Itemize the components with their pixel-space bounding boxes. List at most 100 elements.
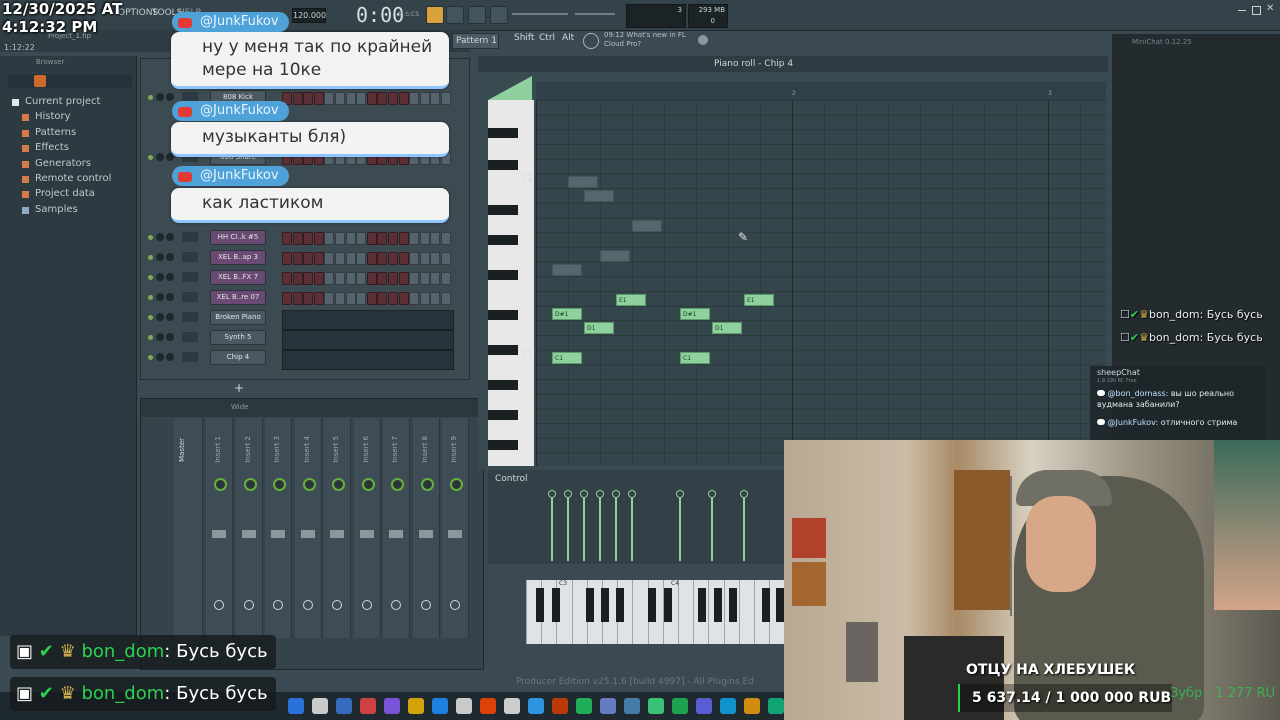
fader-handle[interactable] — [418, 530, 433, 538]
channel-name[interactable]: HH Cl..k #5 — [210, 230, 266, 245]
step-button[interactable] — [377, 292, 388, 305]
black-key[interactable] — [488, 128, 518, 138]
route-icon[interactable] — [361, 600, 372, 610]
step-button[interactable] — [292, 292, 303, 305]
route-icon[interactable] — [243, 600, 254, 610]
volume-knob[interactable] — [166, 313, 174, 321]
black-key[interactable] — [616, 588, 624, 622]
fader-handle[interactable] — [359, 530, 374, 538]
taskbar-app-icon[interactable] — [528, 698, 544, 714]
note[interactable]: D#1 — [552, 308, 582, 320]
step-button[interactable] — [292, 272, 303, 285]
black-key[interactable] — [648, 588, 656, 622]
black-key[interactable] — [714, 588, 722, 622]
black-key[interactable] — [488, 345, 518, 355]
pan-knob[interactable] — [332, 478, 345, 491]
black-key[interactable] — [488, 160, 518, 170]
step-button[interactable] — [356, 232, 367, 245]
velocity-bar[interactable] — [567, 493, 569, 561]
alt-button[interactable]: Alt — [562, 33, 574, 43]
note[interactable]: E1 — [616, 294, 646, 306]
route-icon[interactable] — [420, 600, 431, 610]
step-button[interactable] — [398, 252, 409, 265]
black-key[interactable] — [698, 588, 706, 622]
pan-knob[interactable] — [156, 313, 164, 321]
fader-handle[interactable] — [212, 530, 226, 538]
step-button[interactable] — [377, 232, 388, 245]
step-button[interactable] — [335, 92, 345, 105]
step-button[interactable] — [409, 232, 420, 245]
step-button[interactable] — [398, 292, 409, 305]
maximize-icon[interactable] — [1252, 6, 1261, 15]
step-button[interactable] — [356, 272, 367, 285]
pan-knob[interactable] — [214, 478, 227, 491]
step-button[interactable] — [366, 252, 377, 265]
minimize-icon[interactable] — [1238, 10, 1246, 11]
step-button[interactable] — [313, 252, 324, 265]
taskbar-app-icon[interactable] — [504, 698, 520, 714]
velocity-bar[interactable] — [743, 493, 745, 561]
taskbar-app-icon[interactable] — [696, 698, 712, 714]
velocity-bar[interactable] — [599, 493, 601, 561]
news-icon[interactable] — [583, 33, 599, 49]
black-key[interactable] — [488, 410, 518, 420]
mixer-track-selector[interactable] — [182, 292, 198, 302]
fader-handle[interactable] — [271, 530, 285, 538]
taskbar-app-icon[interactable] — [384, 698, 400, 714]
fader-handle[interactable] — [330, 530, 344, 538]
step-button[interactable] — [335, 232, 345, 245]
pan-knob[interactable] — [302, 478, 316, 491]
step-button[interactable] — [366, 232, 377, 245]
mini-keyboard[interactable]: C3 C4 — [526, 580, 784, 644]
black-key[interactable] — [762, 588, 770, 622]
add-channel-button[interactable]: + — [234, 381, 244, 395]
fader-handle[interactable] — [389, 530, 403, 538]
taskbar-app-icon[interactable] — [768, 698, 784, 714]
route-icon[interactable] — [302, 600, 313, 610]
mixer-track-selector[interactable] — [182, 312, 198, 322]
route-icon[interactable] — [332, 600, 342, 610]
note[interactable]: C1 — [680, 352, 710, 364]
channel-name[interactable]: XEL B..FX 7 — [210, 270, 266, 285]
taskbar-app-icon[interactable] — [456, 698, 472, 714]
channel-led[interactable] — [148, 275, 153, 280]
step-button[interactable] — [292, 92, 303, 105]
step-button[interactable] — [335, 292, 345, 305]
browser-item[interactable]: Generators — [12, 158, 132, 173]
note-grid[interactable] — [536, 100, 1106, 466]
mixer-insert[interactable]: Insert 8 — [412, 418, 440, 638]
step-button[interactable] — [398, 272, 409, 285]
pan-knob[interactable] — [420, 478, 434, 491]
mixer-track-selector[interactable] — [182, 352, 198, 362]
master-volume-slider[interactable] — [512, 13, 568, 15]
volume-knob[interactable] — [166, 293, 174, 301]
step-button[interactable] — [419, 272, 430, 285]
mixer-insert[interactable]: Insert 4 — [294, 418, 322, 638]
pan-knob[interactable] — [156, 233, 164, 241]
step-edit-icon[interactable] — [446, 6, 464, 24]
route-icon[interactable] — [391, 600, 401, 610]
step-button[interactable] — [409, 92, 420, 105]
step-button[interactable] — [324, 252, 335, 265]
browser-item[interactable]: Remote control — [12, 173, 132, 188]
channel-row[interactable]: XEL B..re 07 — [146, 290, 462, 306]
ctrl-button[interactable]: Ctrl — [539, 33, 555, 43]
mixer-track-selector[interactable] — [182, 232, 198, 242]
black-key[interactable] — [586, 588, 594, 622]
black-key[interactable] — [488, 380, 518, 390]
browser-item[interactable]: Project data — [12, 188, 132, 203]
pan-knob[interactable] — [243, 478, 257, 491]
pan-knob[interactable] — [450, 478, 463, 491]
black-key[interactable] — [552, 588, 560, 622]
note[interactable]: D1 — [584, 322, 614, 334]
step-button[interactable] — [366, 92, 377, 105]
pan-knob[interactable] — [273, 478, 286, 491]
channel-name[interactable]: Broken Piano — [210, 310, 266, 325]
taskbar-app-icon[interactable] — [408, 698, 424, 714]
browser-toolbar[interactable] — [8, 74, 132, 88]
velocity-handle[interactable] — [596, 490, 604, 498]
browser-item[interactable]: History — [12, 111, 132, 126]
route-icon[interactable] — [450, 600, 460, 610]
step-button[interactable] — [345, 92, 356, 105]
pattern-selector[interactable]: Pattern 1 — [452, 33, 499, 49]
